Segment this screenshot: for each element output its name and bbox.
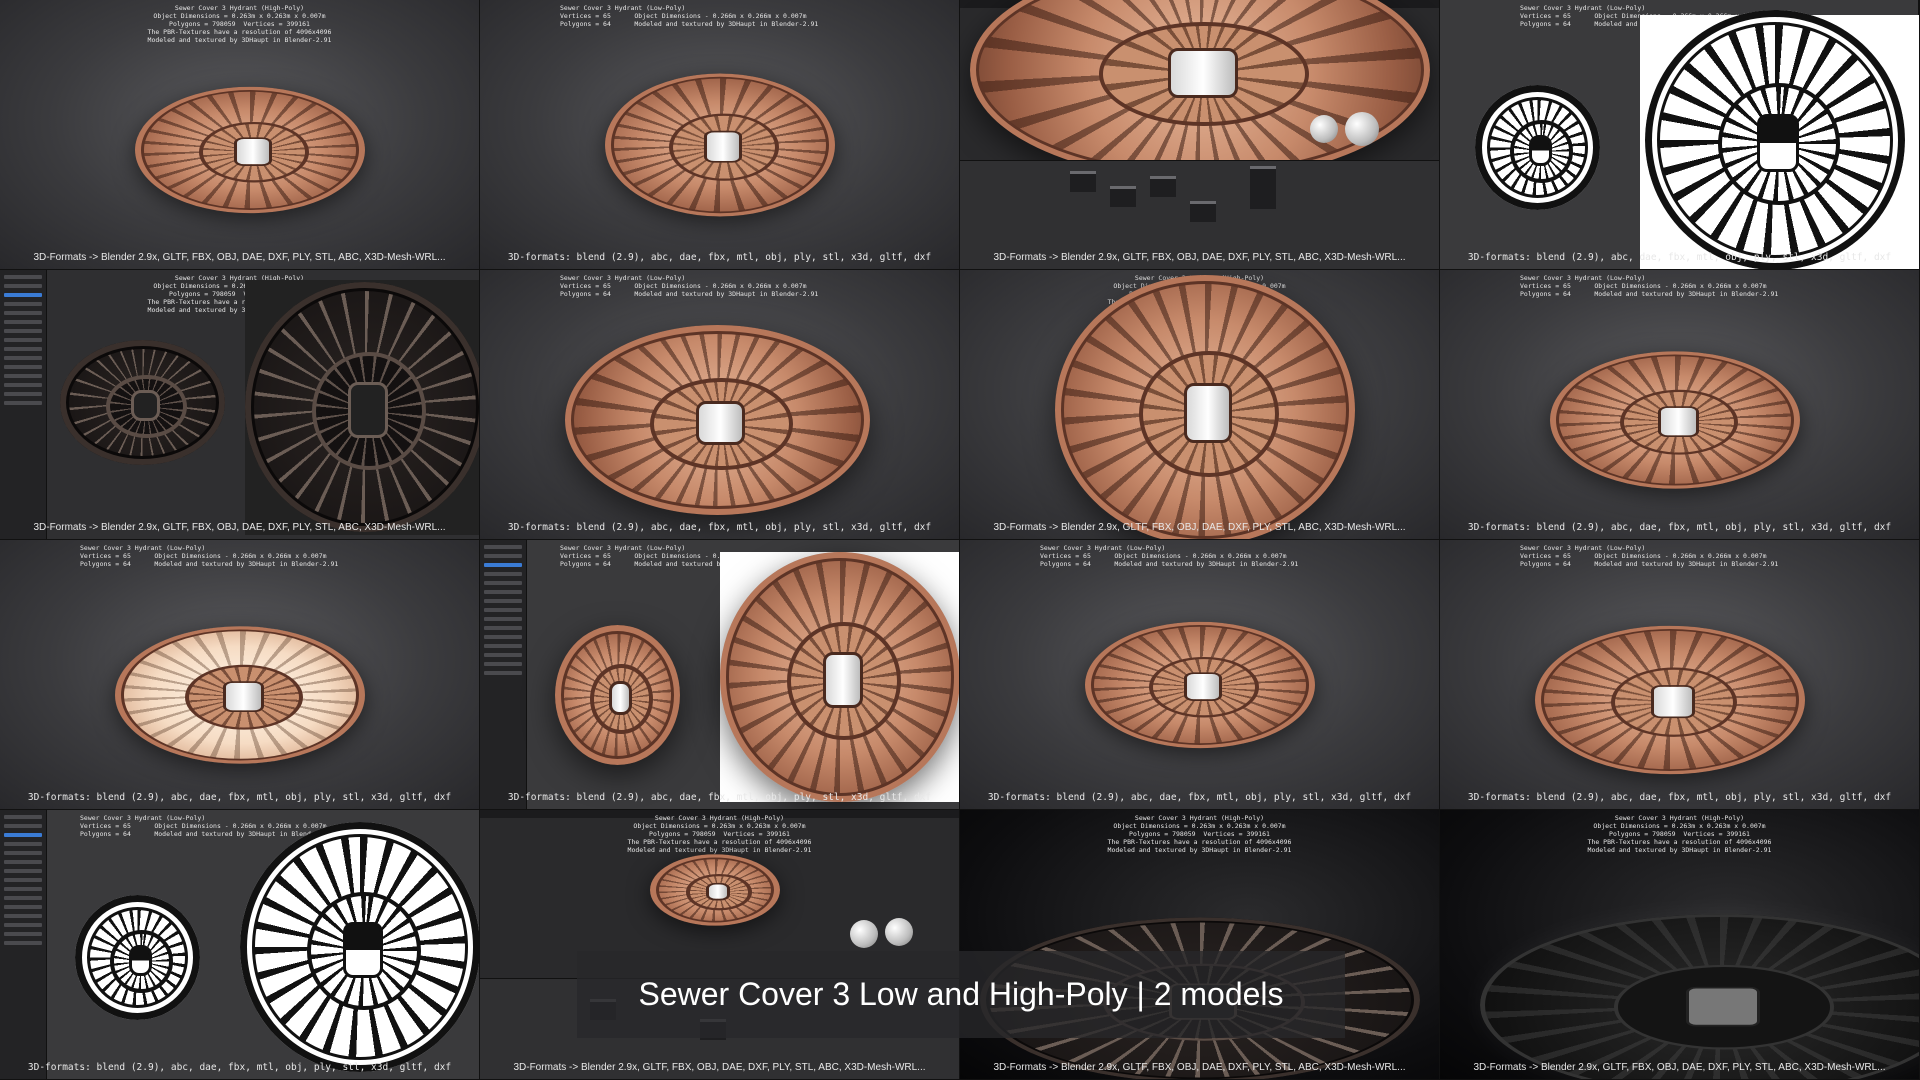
formats-text: 3D-Formats -> Blender 2.9x, GLTF, FBX, O… [993, 252, 1406, 263]
sewer-cover-model [1480, 914, 1919, 1079]
shader-node [1070, 171, 1096, 192]
hdri-preview-sphere [850, 920, 878, 948]
texture-map-large [240, 822, 479, 1072]
formats-text: 3D-formats: blend (2.9), abc, dae, fbx, … [507, 522, 932, 533]
texture-map-small [1475, 85, 1600, 210]
thumbnail-grid: Sewer Cover 3 Hydrant (High-Poly) Object… [0, 0, 1920, 1080]
formats-text: 3D-Formats -> Blender 2.9x, GLTF, FBX, O… [33, 252, 446, 263]
caption-text: Sewer Cover 3 Low and High-Poly | 2 mode… [638, 976, 1284, 1012]
texture-panel [0, 810, 47, 1079]
formats-text: 3D-formats: blend (2.9), abc, dae, fbx, … [507, 792, 932, 803]
sewer-cover-model [1085, 621, 1315, 749]
model-info-text: Sewer Cover 3 Hydrant (Low-Poly) Vertice… [560, 274, 819, 298]
model-info-text: Sewer Cover 3 Hydrant (Low-Poly) Vertice… [1520, 274, 1779, 298]
formats-text: 3D-Formats -> Blender 2.9x, GLTF, FBX, O… [1473, 1062, 1886, 1073]
model-info-text: Sewer Cover 3 Hydrant (Low-Poly) Vertice… [560, 4, 819, 28]
model-info-text: Sewer Cover 3 Hydrant (Low-Poly) Vertice… [80, 544, 339, 568]
tile-low-poly-render: Sewer Cover 3 Hydrant (Low-Poly) Vertice… [1440, 270, 1920, 540]
tile-texture-maps: Sewer Cover 3 Hydrant (Low-Poly) Vertice… [1440, 0, 1920, 270]
model-info-text: Sewer Cover 3 Hydrant (High-Poly) Object… [627, 814, 812, 854]
hdri-preview-sphere [885, 918, 913, 946]
texture-map-large [1645, 10, 1905, 269]
sewer-cover-model [565, 325, 870, 515]
formats-text: 3D-formats: blend (2.9), abc, dae, fbx, … [27, 792, 452, 803]
tile-high-poly-render: Sewer Cover 3 Hydrant (High-Poly) Object… [0, 0, 480, 270]
tile-low-poly-render: Sewer Cover 3 Hydrant (Low-Poly) Vertice… [480, 270, 960, 540]
tile-blender-viewport: Sewer Cover 3 Hydrant (High-Poly) Object… [480, 810, 960, 1080]
sewer-cover-model [135, 86, 365, 214]
sewer-cover-model [1550, 351, 1800, 489]
model-info-text: Sewer Cover 3 Hydrant (Low-Poly) Vertice… [1520, 544, 1779, 568]
model-info-text: Sewer Cover 3 Hydrant (High-Poly) Object… [1587, 814, 1772, 854]
tile-blender-node-editor: Sewer Cover 3 Hydrant (High-Poly) Object… [960, 0, 1440, 270]
tile-high-poly-closeup: Sewer Cover 3 Hydrant (High-Poly) Object… [960, 270, 1440, 540]
formats-text: 3D-formats: blend (2.9), abc, dae, fbx, … [987, 792, 1412, 803]
sewer-cover-model [1535, 625, 1805, 775]
model-info-text: Sewer Cover 3 Hydrant (High-Poly) Object… [1107, 814, 1292, 854]
formats-text: 3D-formats: blend (2.9), abc, dae, fbx, … [1467, 522, 1892, 533]
formats-text: 3D-formats: blend (2.9), abc, dae, fbx, … [1467, 792, 1892, 803]
texture-map-small [60, 340, 225, 465]
sewer-cover-model [650, 854, 780, 926]
formats-text: 3D-Formats -> Blender 2.9x, GLTF, FBX, O… [513, 1062, 926, 1073]
shader-node [1190, 201, 1216, 222]
model-info-text: Sewer Cover 3 Hydrant (Low-Poly) Vertice… [80, 814, 338, 838]
tile-texture-viewer: Sewer Cover 3 Hydrant (Low-Poly) Vertice… [480, 540, 960, 810]
tile-low-poly-bright: Sewer Cover 3 Hydrant (Low-Poly) Vertice… [0, 540, 480, 810]
tile-low-poly-render: Sewer Cover 3 Hydrant (Low-Poly) Vertice… [480, 0, 960, 270]
tile-low-poly-render: Sewer Cover 3 Hydrant (Low-Poly) Vertice… [1440, 540, 1920, 810]
shader-node [1150, 176, 1176, 197]
tile-texture-maps: Sewer Cover 3 Hydrant (Low-Poly) Vertice… [0, 810, 480, 1080]
formats-text: 3D-formats: blend (2.9), abc, dae, fbx, … [27, 1062, 452, 1073]
formats-text: 3D-Formats -> Blender 2.9x, GLTF, FBX, O… [33, 522, 446, 533]
sewer-cover-model [605, 73, 835, 217]
formats-text: 3D-Formats -> Blender 2.9x, GLTF, FBX, O… [993, 522, 1406, 533]
sewer-cover-model [1055, 275, 1355, 539]
texture-map-large [245, 282, 479, 532]
tile-high-poly-shadow-render: Sewer Cover 3 Hydrant (High-Poly) Object… [1440, 810, 1920, 1080]
texture-panel [480, 540, 527, 809]
hdri-preview-sphere [1345, 112, 1379, 146]
hdri-preview-sphere [1310, 115, 1338, 143]
model-info-text: Sewer Cover 3 Hydrant (High-Poly) Object… [147, 4, 332, 44]
shader-node [1110, 186, 1136, 207]
shader-node [1250, 166, 1276, 209]
formats-text: 3D-Formats -> Blender 2.9x, GLTF, FBX, O… [993, 1062, 1406, 1073]
texture-map-large [720, 552, 959, 802]
tile-normal-map-view: Sewer Cover 3 Hydrant (High-Poly) Object… [0, 270, 480, 540]
formats-text: 3D-formats: blend (2.9), abc, dae, fbx, … [1467, 252, 1892, 263]
formats-text: 3D-formats: blend (2.9), abc, dae, fbx, … [507, 252, 932, 263]
sewer-cover-model [115, 626, 365, 764]
sewer-cover-closeup [970, 0, 1430, 180]
texture-map-small [555, 625, 680, 765]
video-caption-overlay: Sewer Cover 3 Low and High-Poly | 2 mode… [577, 951, 1345, 1038]
tile-low-poly-render: Sewer Cover 3 Hydrant (Low-Poly) Vertice… [960, 540, 1440, 810]
model-info-text: Sewer Cover 3 Hydrant (Low-Poly) Vertice… [1040, 544, 1299, 568]
tile-high-poly-dark-render: Sewer Cover 3 Hydrant (High-Poly) Object… [960, 810, 1440, 1080]
texture-map-small [75, 895, 200, 1020]
